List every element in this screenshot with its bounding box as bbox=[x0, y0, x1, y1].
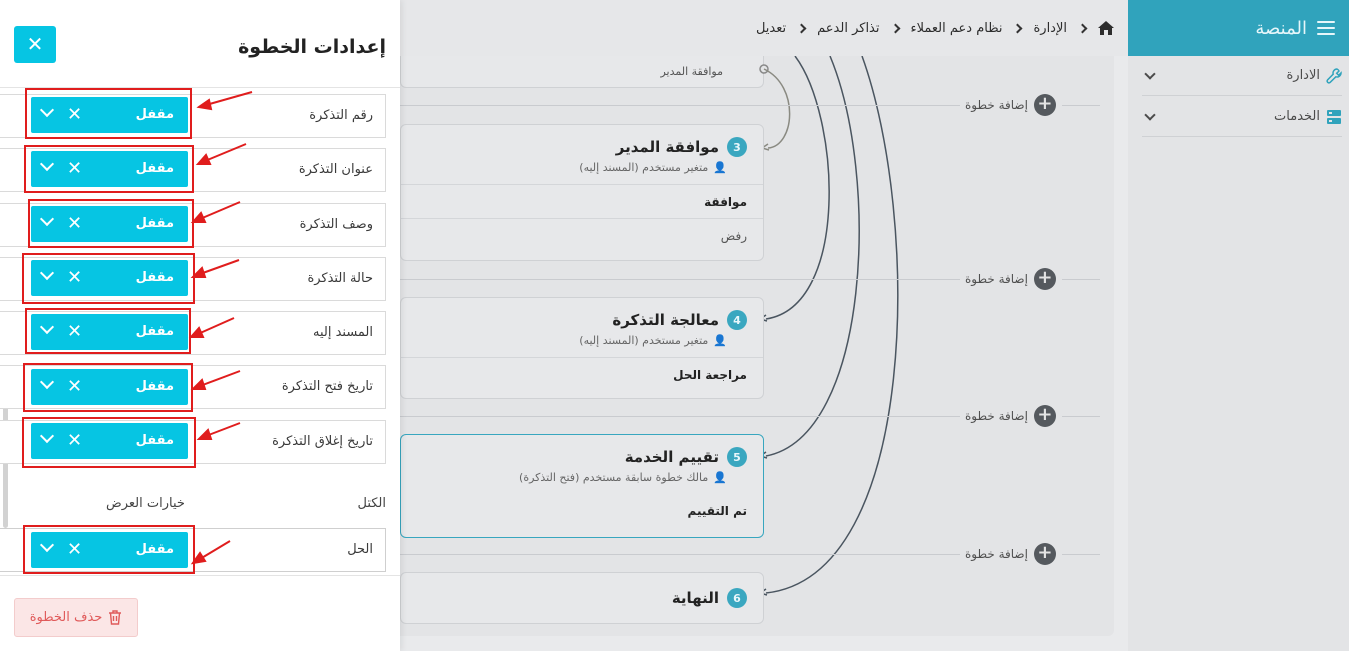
plus-circle-icon: + bbox=[1033, 268, 1056, 290]
divider bbox=[400, 279, 960, 280]
trash-icon bbox=[109, 610, 122, 625]
chevron-down-icon bbox=[1144, 67, 1156, 80]
sidebar-item-label: الادارة bbox=[1286, 68, 1320, 83]
breadcrumb-item-admin[interactable]: الإدارة bbox=[1033, 21, 1067, 36]
step-action-label: مراجعة الحل bbox=[673, 367, 747, 382]
add-step-label: إضافة خطوة bbox=[965, 547, 1028, 561]
step-action-label: رفض bbox=[720, 228, 747, 243]
divider bbox=[1062, 105, 1100, 106]
breadcrumb-item-system[interactable]: نظام دعم العملاء bbox=[911, 21, 1003, 36]
annotation-arrows bbox=[188, 91, 253, 565]
add-step-label: إضافة خطوة bbox=[965, 98, 1028, 112]
delete-step-label: حذف الخطوة bbox=[29, 610, 103, 625]
step-action-row: رفض bbox=[401, 218, 763, 252]
step-card[interactable]: 6 النهاية bbox=[400, 572, 764, 624]
divider bbox=[1062, 554, 1100, 555]
add-step-label: إضافة خطوة bbox=[965, 409, 1028, 423]
user-icon: 👤 bbox=[713, 161, 727, 174]
step-assignee: متغير مستخدم (المسند إليه) bbox=[579, 334, 709, 347]
step-title: النهاية bbox=[671, 589, 719, 607]
sidebar-item-label: الخدمات bbox=[1274, 109, 1320, 124]
add-step-button[interactable]: إضافة خطوة + bbox=[965, 543, 1056, 565]
breadcrumb: تعديل تذاكر الدعم نظام دعم العملاء الإدا… bbox=[400, 0, 1128, 56]
sidebar-header: المنصة bbox=[1128, 0, 1349, 56]
breadcrumb-item-edit: تعديل bbox=[755, 20, 787, 36]
breadcrumb-item-tickets[interactable]: تذاكر الدعم bbox=[817, 21, 879, 36]
step-card-selected[interactable]: 5 تقييم الخدمة 👤 مالك خطوة سابقة مستخدم … bbox=[400, 434, 764, 538]
step-title: موافقة المدير bbox=[615, 138, 719, 156]
step-settings-panel: إعدادات الخطوة ✕ رقم التذكرة عنوان التذك… bbox=[0, 0, 400, 651]
divider bbox=[400, 105, 960, 106]
divider bbox=[1062, 279, 1100, 280]
user-icon: 👤 bbox=[713, 471, 727, 484]
hamburger-menu-icon[interactable] bbox=[1317, 21, 1335, 35]
sidebar-item-administration[interactable]: الادارة bbox=[1142, 56, 1342, 96]
platform-title: المنصة bbox=[1255, 17, 1307, 39]
divider bbox=[400, 554, 960, 555]
plus-circle-icon: + bbox=[1033, 543, 1056, 565]
step-title: تقييم الخدمة bbox=[624, 448, 719, 466]
step-number-badge: 3 bbox=[727, 137, 747, 157]
add-step-label: إضافة خطوة bbox=[965, 272, 1028, 286]
wrench-icon bbox=[1326, 67, 1342, 84]
step-action-row: تم التقييم bbox=[401, 494, 763, 528]
divider bbox=[1062, 416, 1100, 417]
step-action-label: موافقة bbox=[704, 194, 747, 209]
step-action-row: مراجعة الحل bbox=[401, 357, 763, 391]
step-action-row: موافقة bbox=[401, 184, 763, 218]
step-number-badge: 4 bbox=[727, 310, 747, 330]
home-icon[interactable] bbox=[1098, 21, 1114, 35]
step-assignee: مالك خطوة سابقة مستخدم (فتح التذكرة) bbox=[519, 471, 709, 484]
add-step-button[interactable]: إضافة خطوة + bbox=[965, 268, 1056, 290]
user-icon: 👤 bbox=[713, 334, 727, 347]
chevron-right-icon bbox=[1077, 23, 1088, 33]
add-step-button[interactable]: إضافة خطوة + bbox=[965, 405, 1056, 427]
step-card[interactable]: 4 معالجة التذكرة 👤 متغير مستخدم (المسند … bbox=[400, 297, 764, 399]
step-action-label: تم التقييم bbox=[687, 504, 747, 518]
services-icon bbox=[1327, 109, 1341, 124]
step-number-badge: 6 bbox=[727, 588, 747, 608]
chevron-right-icon bbox=[890, 23, 900, 33]
divider bbox=[400, 416, 960, 417]
sidebar: المنصة الادارة الخدمات bbox=[1128, 0, 1349, 651]
sidebar-item-services[interactable]: الخدمات bbox=[1142, 97, 1342, 137]
plus-circle-icon: + bbox=[1033, 94, 1056, 116]
step-title: معالجة التذكرة bbox=[612, 311, 719, 329]
chevron-right-icon bbox=[1013, 23, 1023, 33]
delete-step-button[interactable]: حذف الخطوة bbox=[14, 598, 138, 637]
step-number-badge: 5 bbox=[727, 447, 747, 467]
add-step-button[interactable]: إضافة خطوة + bbox=[965, 94, 1056, 116]
step-assignee: متغير مستخدم (المسند إليه) bbox=[579, 161, 709, 174]
plus-circle-icon: + bbox=[1033, 405, 1056, 427]
step-card[interactable]: 3 موافقة المدير 👤 متغير مستخدم (المسند إ… bbox=[400, 124, 764, 261]
chevron-right-icon bbox=[796, 23, 807, 33]
chevron-down-icon bbox=[1144, 108, 1156, 121]
